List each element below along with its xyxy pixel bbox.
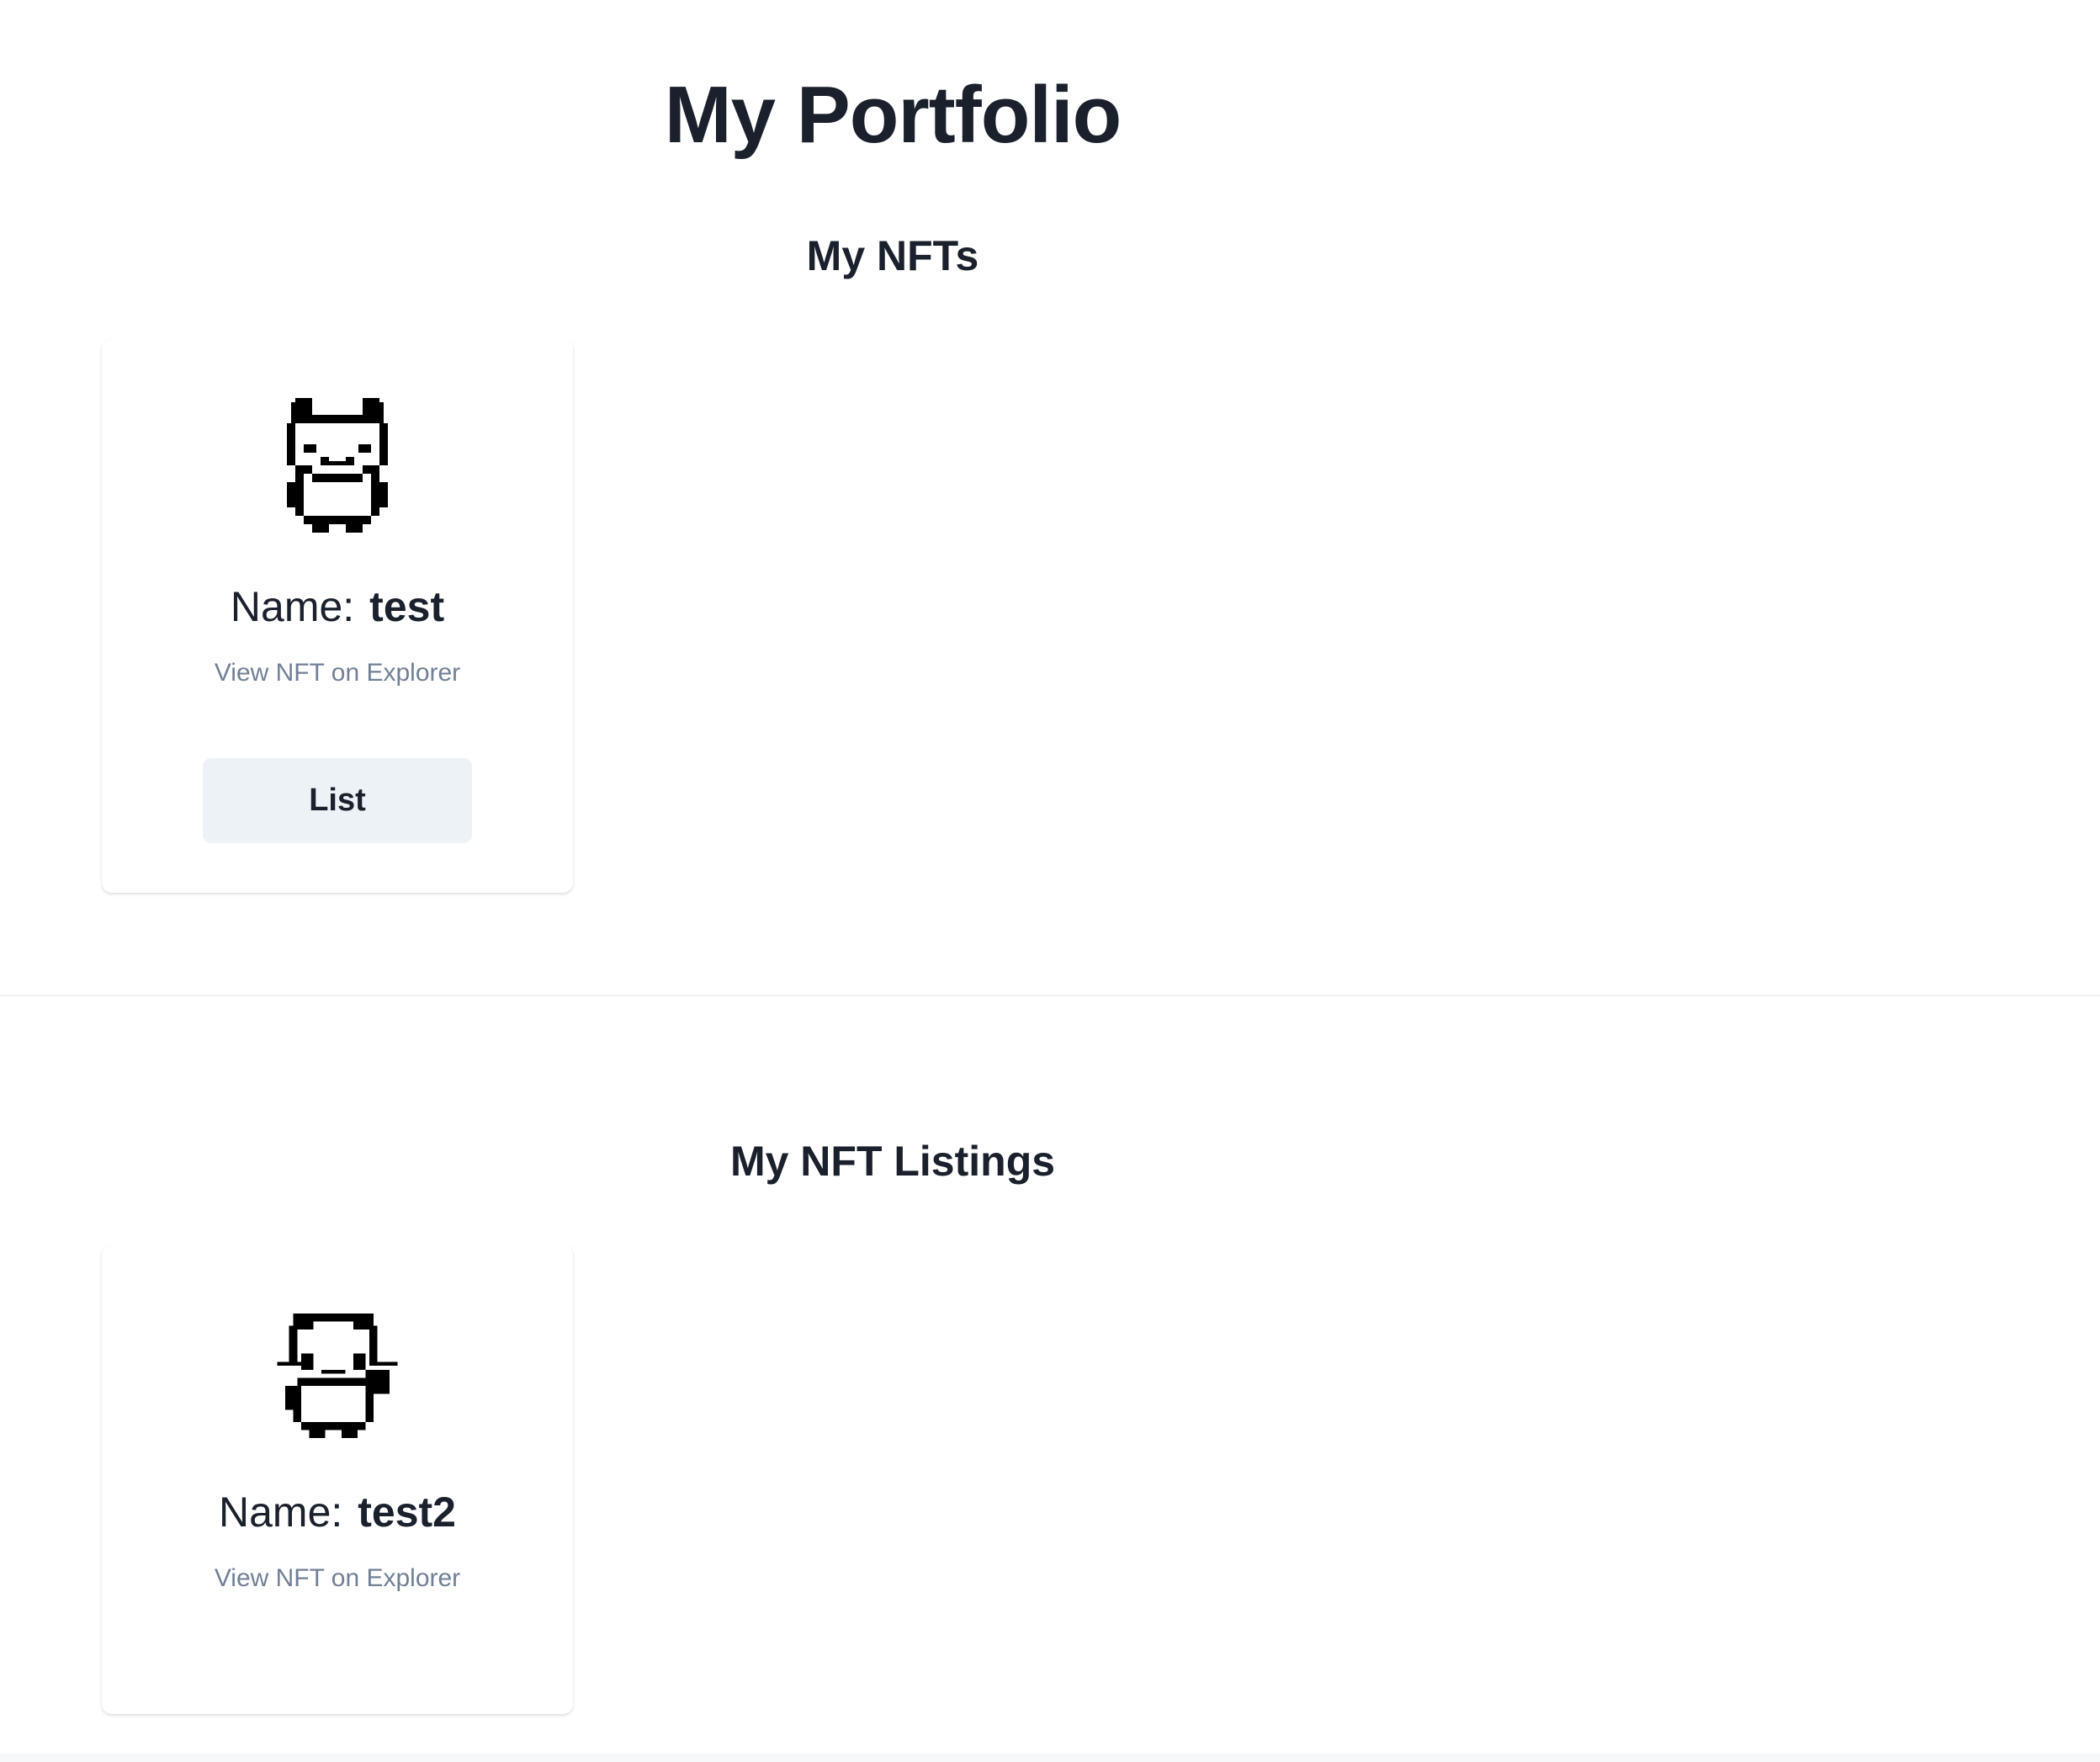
- pixel-panda-icon: [287, 398, 388, 533]
- page-title: My Portfolio: [664, 70, 1122, 160]
- nft-listing-name-label: Name:: [219, 1489, 343, 1536]
- nft-listing-name-value: test2: [358, 1489, 456, 1536]
- pixel-panda-waving-icon: [277, 1314, 398, 1438]
- view-on-explorer-link[interactable]: View NFT on Explorer: [102, 1563, 573, 1595]
- nft-listing-card: Name: test2 View NFT on Explorer: [102, 1245, 573, 1714]
- my-nfts-heading: My NFTs: [806, 232, 979, 279]
- page-bottom-band: [0, 1754, 2100, 1762]
- nft-card: Name: test View NFT on Explorer List: [102, 339, 573, 893]
- nft-listing-name: Name: test2: [102, 1487, 573, 1537]
- view-on-explorer-link[interactable]: View NFT on Explorer: [102, 657, 573, 689]
- nft-name: Name: test: [102, 581, 573, 632]
- nft-name-label: Name:: [230, 583, 355, 630]
- nft-name-value: test: [369, 583, 445, 630]
- my-nft-listings-heading: My NFT Listings: [729, 1138, 1056, 1185]
- section-divider: [0, 995, 2100, 996]
- list-button[interactable]: List: [203, 758, 472, 843]
